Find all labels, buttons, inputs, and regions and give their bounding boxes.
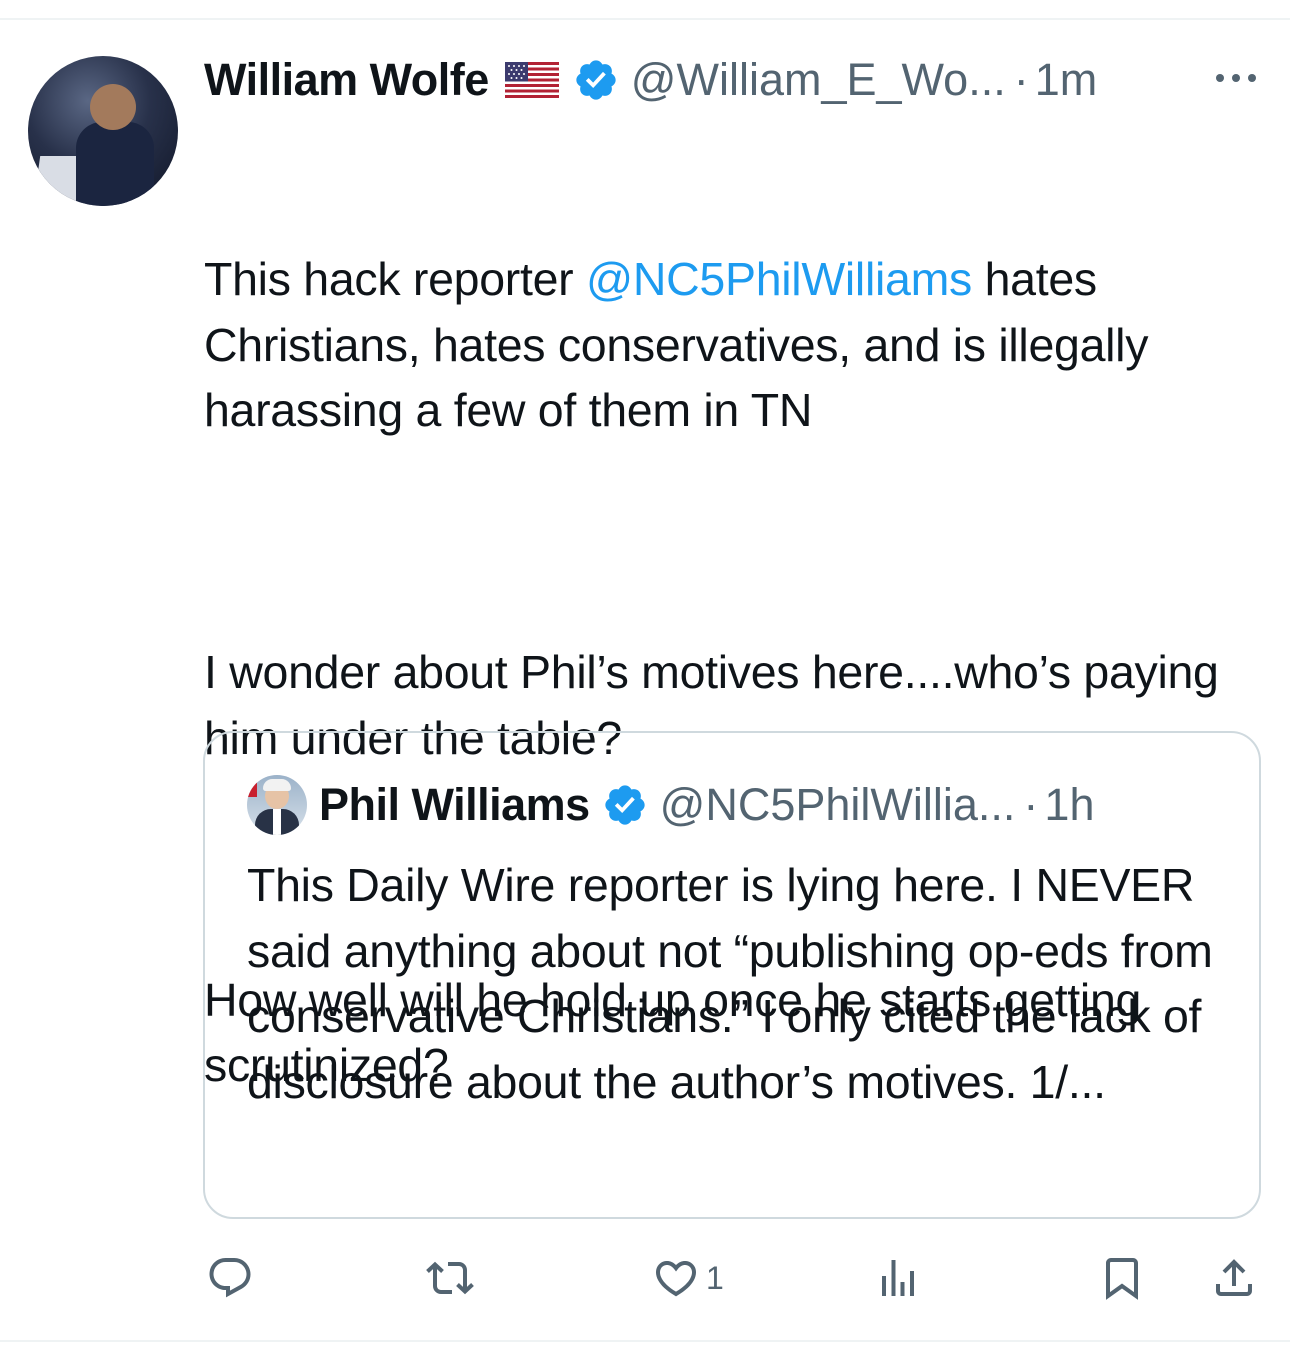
avatar-head (90, 84, 136, 130)
tweet-timestamp[interactable]: 1m (1035, 54, 1098, 106)
quoted-author-avatar (247, 775, 307, 835)
mention-link[interactable]: @NC5PhilWilliams (586, 253, 972, 305)
repost-icon (426, 1261, 474, 1295)
heart-icon (655, 1261, 697, 1297)
avatar-shirt (273, 809, 281, 835)
avatar-hair (263, 779, 291, 791)
views-button[interactable] (874, 1248, 928, 1308)
author-handle[interactable]: @William_E_Wo... (631, 54, 1006, 106)
avatar-logo-bar (247, 775, 257, 797)
meta-separator: · (1023, 779, 1039, 830)
avatar-suit (76, 122, 154, 206)
reply-button[interactable] (206, 1248, 260, 1308)
us-flag-icon (504, 62, 559, 98)
reply-icon (209, 1258, 251, 1298)
bottom-divider (0, 1340, 1290, 1342)
bookmark-button[interactable] (1098, 1248, 1146, 1308)
tweet-text-before-mention: This hack reporter (204, 253, 586, 305)
quoted-tweet-header: Phil Williams @NC5PhilWillia... · 1h (247, 775, 1094, 835)
author-name[interactable]: William Wolfe (204, 54, 489, 106)
quoted-author-name: Phil Williams (319, 779, 590, 830)
quoted-author-handle: @NC5PhilWillia... (659, 779, 1016, 830)
views-chart-icon (882, 1260, 914, 1296)
author-avatar[interactable] (28, 56, 178, 206)
top-divider (0, 18, 1290, 20)
repost-button[interactable] (426, 1248, 480, 1308)
quoted-tweet-timestamp: 1h (1044, 779, 1095, 830)
quoted-tweet-card[interactable]: Phil Williams @NC5PhilWillia... · 1h Thi… (203, 731, 1261, 1219)
share-icon (1216, 1259, 1252, 1296)
verified-badge-icon[interactable] (573, 57, 619, 103)
meta-separator: · (1013, 54, 1029, 105)
share-button[interactable] (1210, 1248, 1258, 1308)
like-button[interactable]: 1 (652, 1248, 724, 1308)
like-count: 1 (706, 1259, 724, 1296)
more-options-icon[interactable] (1212, 66, 1260, 90)
quoted-tweet-text: This Daily Wire reporter is lying here. … (247, 859, 1213, 1108)
tweet-paragraph-1: This hack reporter @NC5PhilWilliams hate… (204, 247, 1274, 444)
bookmark-icon (1106, 1258, 1138, 1300)
verified-badge-icon (605, 785, 645, 825)
tweet-header: William Wolfe @William_E_Wo... · 1m (204, 50, 1097, 110)
tweet-action-bar: 1 (0, 1248, 1290, 1308)
